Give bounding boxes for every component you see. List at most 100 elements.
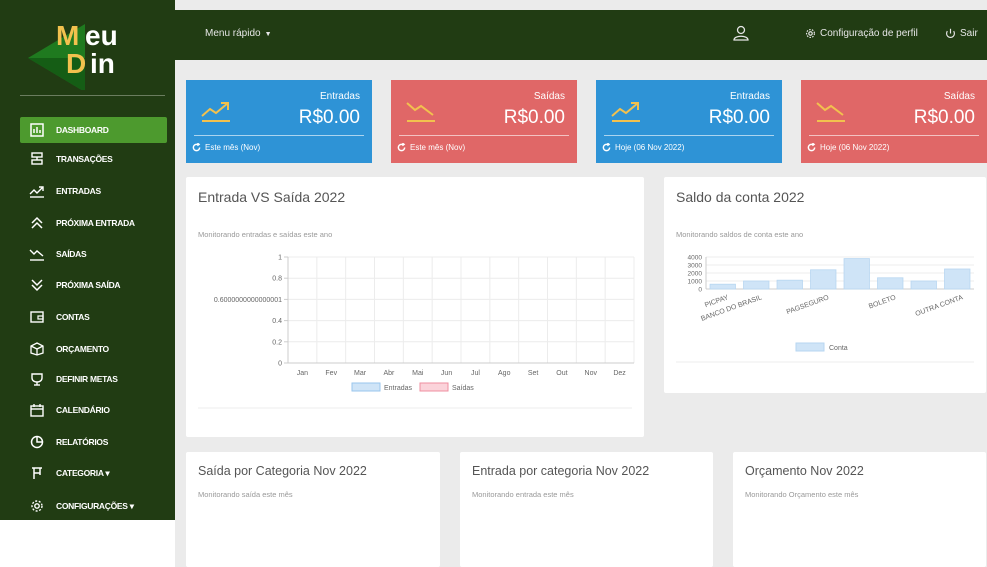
svg-text:M: M xyxy=(56,20,79,51)
sidebar-item-contas[interactable]: CONTAS xyxy=(20,304,167,330)
logo-mark: M eu D in xyxy=(28,20,118,92)
y-tick-label: 0.6000000000000001 xyxy=(214,297,282,304)
stat-card-entradas-mes: Entradas R$0.00 Este mês (Nov) xyxy=(186,80,372,163)
x-tick-label: Jan xyxy=(297,370,308,377)
panel-subtitle: Monitorando saída este mês xyxy=(198,490,293,499)
sidebar-item-definir-metas[interactable]: DEFINIR METAS xyxy=(20,366,167,392)
sidebar-item-transacoes[interactable]: TRANSAÇÕES xyxy=(20,146,167,172)
refresh-icon xyxy=(192,143,201,152)
panel-title: Entrada por categoria Nov 2022 xyxy=(472,464,650,478)
stat-value: R$0.00 xyxy=(298,107,360,128)
svg-text:D: D xyxy=(66,48,86,79)
stat-footer-link[interactable]: Hoje (06 Nov 2022) xyxy=(807,143,889,152)
trend-down-icon xyxy=(405,98,437,127)
y-tick-label: 2000 xyxy=(688,271,703,278)
x-tick-label: Set xyxy=(528,370,539,377)
legend-label: Entradas xyxy=(384,385,413,392)
logout-label: Sair xyxy=(960,28,978,39)
legend-swatch xyxy=(351,382,381,392)
panel-subtitle: Monitorando Orçamento este mês xyxy=(745,490,859,499)
bar-chart: 40003000200010000PICPAYBANCO DO BRASIL PA… xyxy=(676,255,974,363)
sidebar-item-entradas[interactable]: ENTRADAS xyxy=(20,178,167,204)
refresh-icon xyxy=(397,143,406,152)
calendar-icon xyxy=(26,399,48,421)
stat-value: R$0.00 xyxy=(913,107,975,128)
sidebar-item-label: ORÇAMENTO xyxy=(56,344,109,354)
sidebar-item-relatorios[interactable]: RELATÓRIOS xyxy=(20,429,167,455)
bar xyxy=(843,258,870,290)
stat-card-saidas-hoje: Saídas R$0.00 Hoje (06 Nov 2022) xyxy=(801,80,987,163)
y-tick-label: 1 xyxy=(278,255,282,262)
sidebar-item-proxima-entrada[interactable]: PRÓXIMA ENTRADA xyxy=(20,210,167,236)
sidebar-footer xyxy=(0,520,175,567)
gear-icon xyxy=(805,28,816,39)
trophy-icon xyxy=(26,368,48,390)
stat-footer-label: Este mês (Nov) xyxy=(410,143,466,152)
sidebar-item-configuracoes[interactable]: CONFIGURAÇÕES ▾ xyxy=(20,493,167,519)
y-tick-label: 4000 xyxy=(688,255,703,262)
panel-entrada-categoria: Entrada por categoria Nov 2022 Monitoran… xyxy=(460,452,713,567)
stat-footer-link[interactable]: Hoje (06 Nov 2022) xyxy=(602,143,684,152)
sidebar-item-orcamento[interactable]: ORÇAMENTO xyxy=(20,336,167,362)
stat-footer-label: Este mês (Nov) xyxy=(205,143,261,152)
profile-settings-link[interactable]: Configuração de perfil xyxy=(805,28,918,39)
panel-subtitle: Monitorando entradas e saídas este ano xyxy=(198,230,333,239)
stat-card-entradas-hoje: Entradas R$0.00 Hoje (06 Nov 2022) xyxy=(596,80,782,163)
trend-up-icon xyxy=(610,98,642,127)
logo[interactable]: M eu D in xyxy=(0,0,175,92)
quick-menu-label: Menu rápido xyxy=(205,28,261,39)
logout-link[interactable]: Sair xyxy=(945,28,978,39)
panel-entrada-vs-saida: Entrada VS Saída 2022 Monitorando entrad… xyxy=(186,177,644,437)
sidebar: M eu D in DASHBOARD TRANSAÇÕES ENTRADAS … xyxy=(0,0,175,520)
panel-title: Orçamento Nov 2022 xyxy=(745,464,864,478)
sidebar-item-label: RELATÓRIOS xyxy=(56,437,109,447)
panel-saida-categoria: Saída por Categoria Nov 2022 Monitorando… xyxy=(186,452,440,567)
y-tick-label: 0.4 xyxy=(272,318,282,325)
x-tick-label: Mai xyxy=(412,370,424,377)
x-tick-label: Fev xyxy=(325,370,337,377)
stat-footer-link[interactable]: Este mês (Nov) xyxy=(397,143,465,152)
panel-title: Saldo da conta 2022 xyxy=(676,189,805,205)
sidebar-item-label: PRÓXIMA SAÍDA xyxy=(56,280,121,290)
panel-subtitle: Monitorando entrada este mês xyxy=(472,490,574,499)
sidebar-item-categoria[interactable]: CATEGORIA ▾ xyxy=(20,460,167,486)
dashboard-icon xyxy=(26,119,48,141)
sidebar-item-label: CONTAS xyxy=(56,312,90,322)
sidebar-item-label: SAÍDAS xyxy=(56,249,87,259)
stat-title: Saídas xyxy=(533,91,565,102)
stat-footer-link[interactable]: Este mês (Nov) xyxy=(192,143,260,152)
sidebar-item-saidas[interactable]: SAÍDAS xyxy=(20,241,167,267)
sidebar-item-calendario[interactable]: CALENDÁRIO xyxy=(20,397,167,423)
stat-value: R$0.00 xyxy=(708,107,770,128)
x-tick-label: Mar xyxy=(354,370,367,377)
panel-saldo-conta: Saldo da conta 2022 Monitorando saldos d… xyxy=(664,177,986,393)
bar xyxy=(910,280,937,290)
trend-up-icon xyxy=(26,180,48,202)
sidebar-item-label: CATEGORIA ▾ xyxy=(56,467,110,478)
stat-divider xyxy=(809,135,979,136)
refresh-icon xyxy=(807,143,816,152)
refresh-icon xyxy=(602,143,611,152)
stat-title: Entradas xyxy=(729,91,770,102)
sidebar-item-label: CONFIGURAÇÕES ▾ xyxy=(56,500,134,511)
x-tick-label: Jun xyxy=(441,370,452,377)
stat-title: Saídas xyxy=(943,91,975,102)
sidebar-item-dashboard[interactable]: DASHBOARD xyxy=(20,117,167,143)
y-tick-label: 0.8 xyxy=(272,276,282,283)
stat-title: Entradas xyxy=(319,91,360,102)
panel-title: Saída por Categoria Nov 2022 xyxy=(198,464,367,478)
trend-up-icon xyxy=(200,98,232,127)
sidebar-item-label: DASHBOARD xyxy=(56,125,109,135)
panel-title: Entrada VS Saída 2022 xyxy=(198,189,346,205)
y-tick-label: 0 xyxy=(698,287,702,294)
sidebar-item-proxima-saida[interactable]: PRÓXIMA SAÍDA xyxy=(20,272,167,298)
bar xyxy=(944,268,971,290)
double-chevron-up-icon xyxy=(26,212,48,234)
top-navbar: Menu rápido ▼ Configuração de perfil Sair xyxy=(175,10,987,60)
x-tick-label: Out xyxy=(556,370,567,377)
bar xyxy=(810,269,837,290)
quick-menu-dropdown[interactable]: Menu rápido ▼ xyxy=(205,28,272,39)
profile-settings-label: Configuração de perfil xyxy=(820,28,918,39)
user-icon[interactable] xyxy=(733,25,751,43)
bar xyxy=(743,280,770,290)
